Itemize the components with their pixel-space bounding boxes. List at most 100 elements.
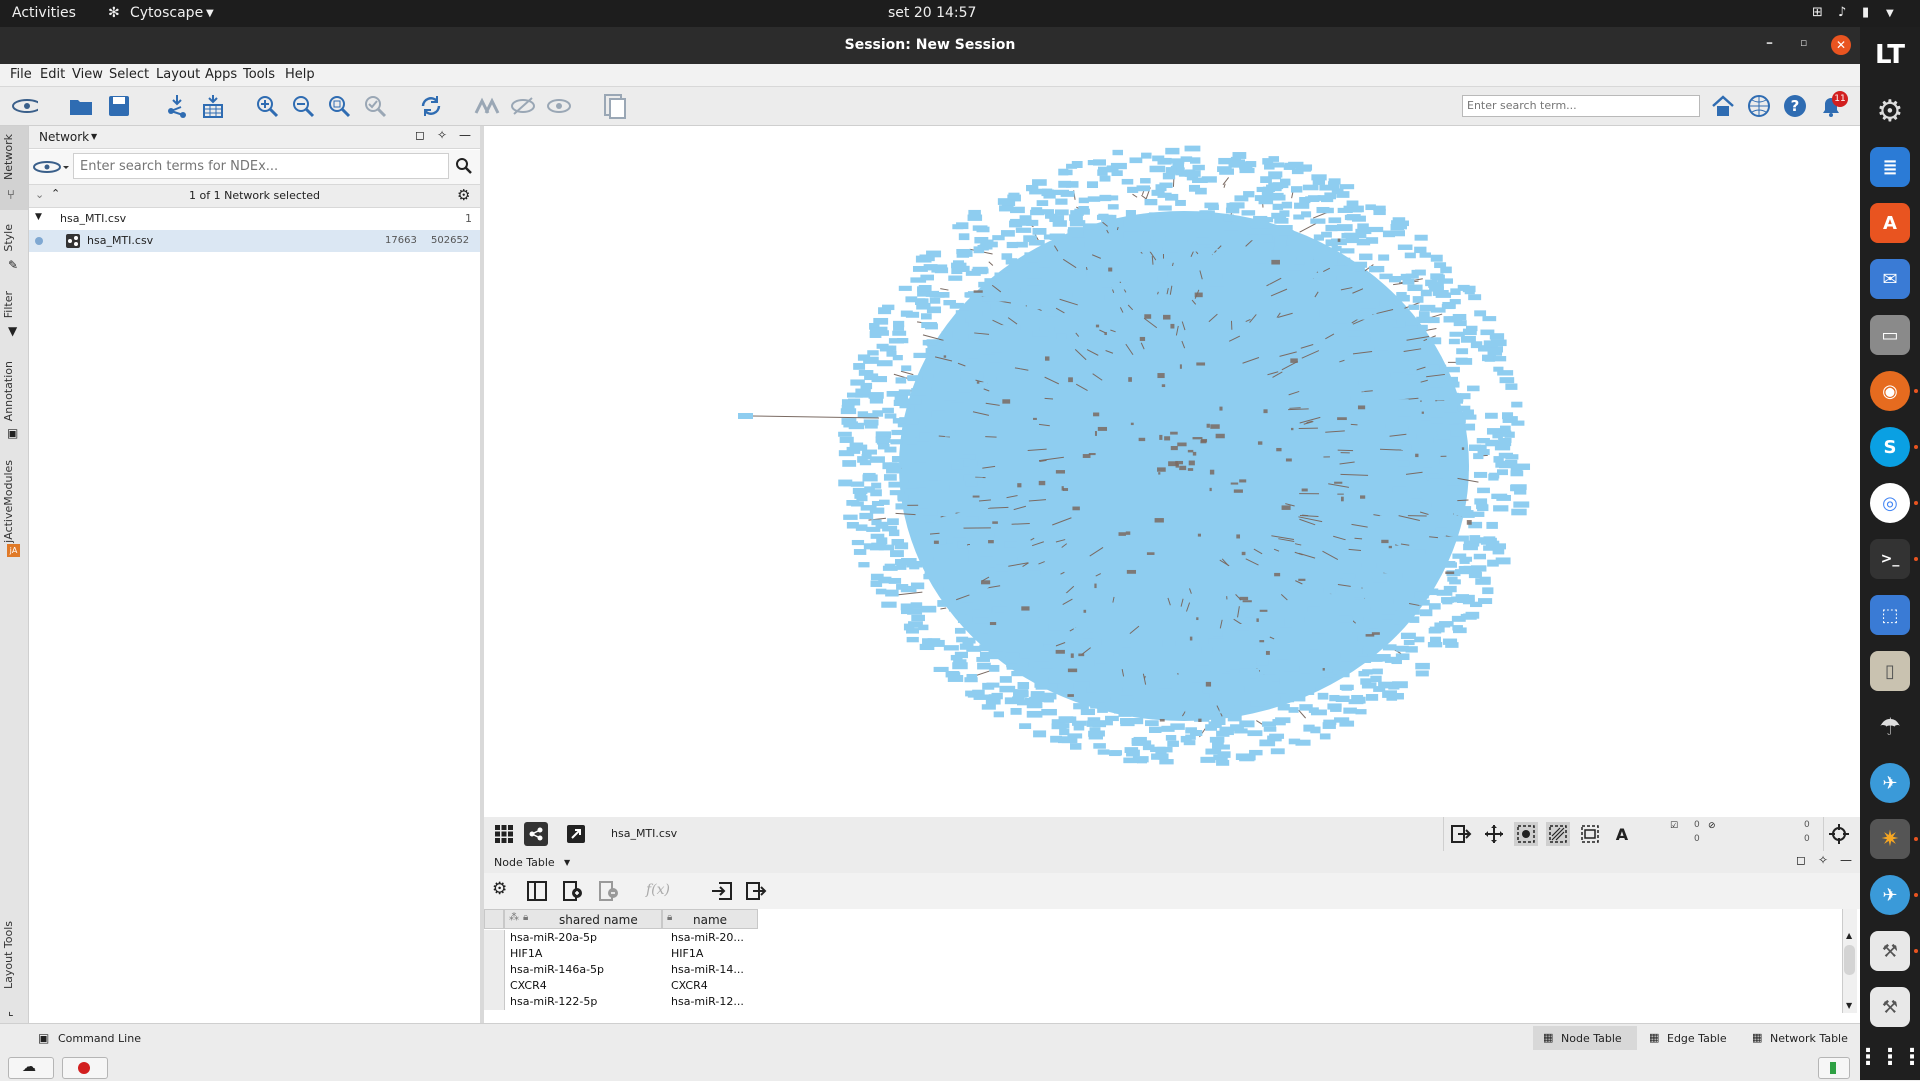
network-node[interactable]: [871, 519, 881, 525]
network-node[interactable]: [928, 451, 942, 457]
command-line-button[interactable]: Command Line: [58, 1032, 141, 1045]
network-node[interactable]: [1093, 743, 1106, 749]
network-node[interactable]: [1257, 660, 1269, 666]
network-node[interactable]: [1351, 584, 1362, 590]
network-node[interactable]: [1048, 277, 1059, 284]
network-edge[interactable]: [1334, 482, 1342, 484]
network-node[interactable]: [1249, 220, 1261, 226]
tools-icon[interactable]: ⚒: [1870, 987, 1910, 1027]
network-node[interactable]: [1033, 730, 1046, 737]
network-node[interactable]: [881, 602, 896, 608]
network-node[interactable]: [1186, 652, 1197, 659]
network-node[interactable]: [1152, 156, 1164, 162]
network-node[interactable]: [1129, 279, 1142, 284]
network-node[interactable]: [1276, 295, 1286, 301]
network-node[interactable]: [919, 556, 933, 562]
tab-style[interactable]: Style: [2, 224, 15, 252]
network-node[interactable]: [884, 474, 897, 481]
network-node[interactable]: [992, 652, 1004, 658]
network-node[interactable]: [1300, 256, 1314, 262]
network-node[interactable]: [1350, 396, 1360, 401]
network-edge[interactable]: [1462, 447, 1464, 450]
network-node[interactable]: [1395, 334, 1406, 341]
network-edge[interactable]: [1089, 453, 1096, 455]
network-node[interactable]: [1026, 570, 1041, 575]
network-node[interactable]: [1049, 676, 1060, 683]
network-node[interactable]: [1216, 760, 1229, 766]
network-node[interactable]: [1296, 654, 1312, 660]
network-node[interactable]: [905, 296, 917, 302]
network-node[interactable]: [1370, 370, 1384, 376]
network-edge[interactable]: [1189, 461, 1195, 466]
network-node[interactable]: [1088, 160, 1100, 165]
network-node[interactable]: [1461, 336, 1476, 343]
network-node[interactable]: [966, 481, 977, 486]
network-edge[interactable]: [1259, 640, 1264, 642]
network-node[interactable]: [1272, 162, 1284, 167]
network-node[interactable]: [1408, 305, 1418, 310]
network-node[interactable]: [1393, 487, 1407, 493]
network-node[interactable]: [992, 693, 1003, 699]
network-node[interactable]: [1032, 331, 1048, 336]
network-node[interactable]: [870, 328, 884, 334]
network-node[interactable]: [985, 512, 997, 518]
network-node[interactable]: [1170, 696, 1186, 702]
network-node[interactable]: [852, 540, 864, 545]
network-node[interactable]: [1456, 348, 1468, 354]
network-node[interactable]: [1419, 311, 1430, 317]
network-edge[interactable]: [1170, 324, 1174, 329]
network-node[interactable]: [1126, 210, 1136, 217]
network-node[interactable]: [1337, 670, 1350, 677]
network-node[interactable]: [1430, 637, 1441, 642]
network-node[interactable]: [1333, 266, 1348, 271]
network-node[interactable]: [1262, 158, 1273, 164]
network-node[interactable]: [1404, 640, 1415, 645]
network-node[interactable]: [988, 631, 1000, 637]
network-edge[interactable]: [1286, 458, 1292, 461]
network-node[interactable]: [1271, 748, 1285, 754]
network-node[interactable]: [1101, 261, 1114, 266]
network-node[interactable]: [1386, 424, 1400, 429]
network-node[interactable]: [1511, 421, 1524, 426]
network-node[interactable]: [1271, 213, 1286, 219]
network-node[interactable]: [1072, 161, 1083, 168]
network-node[interactable]: [1185, 170, 1201, 177]
network-node[interactable]: [899, 389, 911, 395]
network-node[interactable]: [1105, 716, 1119, 721]
network-node[interactable]: [1301, 211, 1311, 217]
network-edge[interactable]: [1323, 668, 1325, 671]
network-node[interactable]: [918, 381, 932, 387]
vpn-icon[interactable]: ☂: [1870, 707, 1910, 747]
network-node[interactable]: [1078, 206, 1088, 211]
network-node[interactable]: [1307, 607, 1321, 613]
network-node[interactable]: [936, 558, 949, 565]
network-edge[interactable]: [1142, 191, 1143, 195]
network-node[interactable]: [1357, 657, 1371, 663]
network-node[interactable]: [1366, 694, 1378, 701]
network-node[interactable]: [1031, 207, 1042, 212]
network-edge[interactable]: [1094, 584, 1096, 589]
network-node[interactable]: [969, 322, 979, 327]
network-node[interactable]: [1087, 181, 1098, 188]
network-node[interactable]: [1106, 195, 1119, 200]
network-node[interactable]: [1376, 407, 1392, 413]
network-node[interactable]: [888, 482, 903, 488]
minimize-panel-icon[interactable]: —: [1840, 853, 1852, 867]
network-node[interactable]: [1181, 736, 1192, 742]
network-node[interactable]: [871, 580, 883, 586]
network-edge[interactable]: [989, 262, 993, 266]
network-node[interactable]: [976, 657, 990, 662]
network-edge[interactable]: [1389, 546, 1392, 548]
network-node[interactable]: [1462, 512, 1475, 518]
network-node[interactable]: [1510, 470, 1523, 476]
network-node[interactable]: [1004, 541, 1016, 547]
network-node[interactable]: [958, 616, 973, 623]
network-node[interactable]: [1482, 587, 1493, 594]
select-edges-icon[interactable]: [1546, 822, 1570, 846]
network-edge[interactable]: [988, 540, 994, 543]
network-node[interactable]: [1012, 697, 1024, 703]
network-node[interactable]: [1294, 203, 1309, 209]
chevron-down-icon[interactable]: ▼: [91, 132, 97, 141]
network-node[interactable]: [944, 645, 959, 650]
network-node[interactable]: [1191, 683, 1201, 689]
